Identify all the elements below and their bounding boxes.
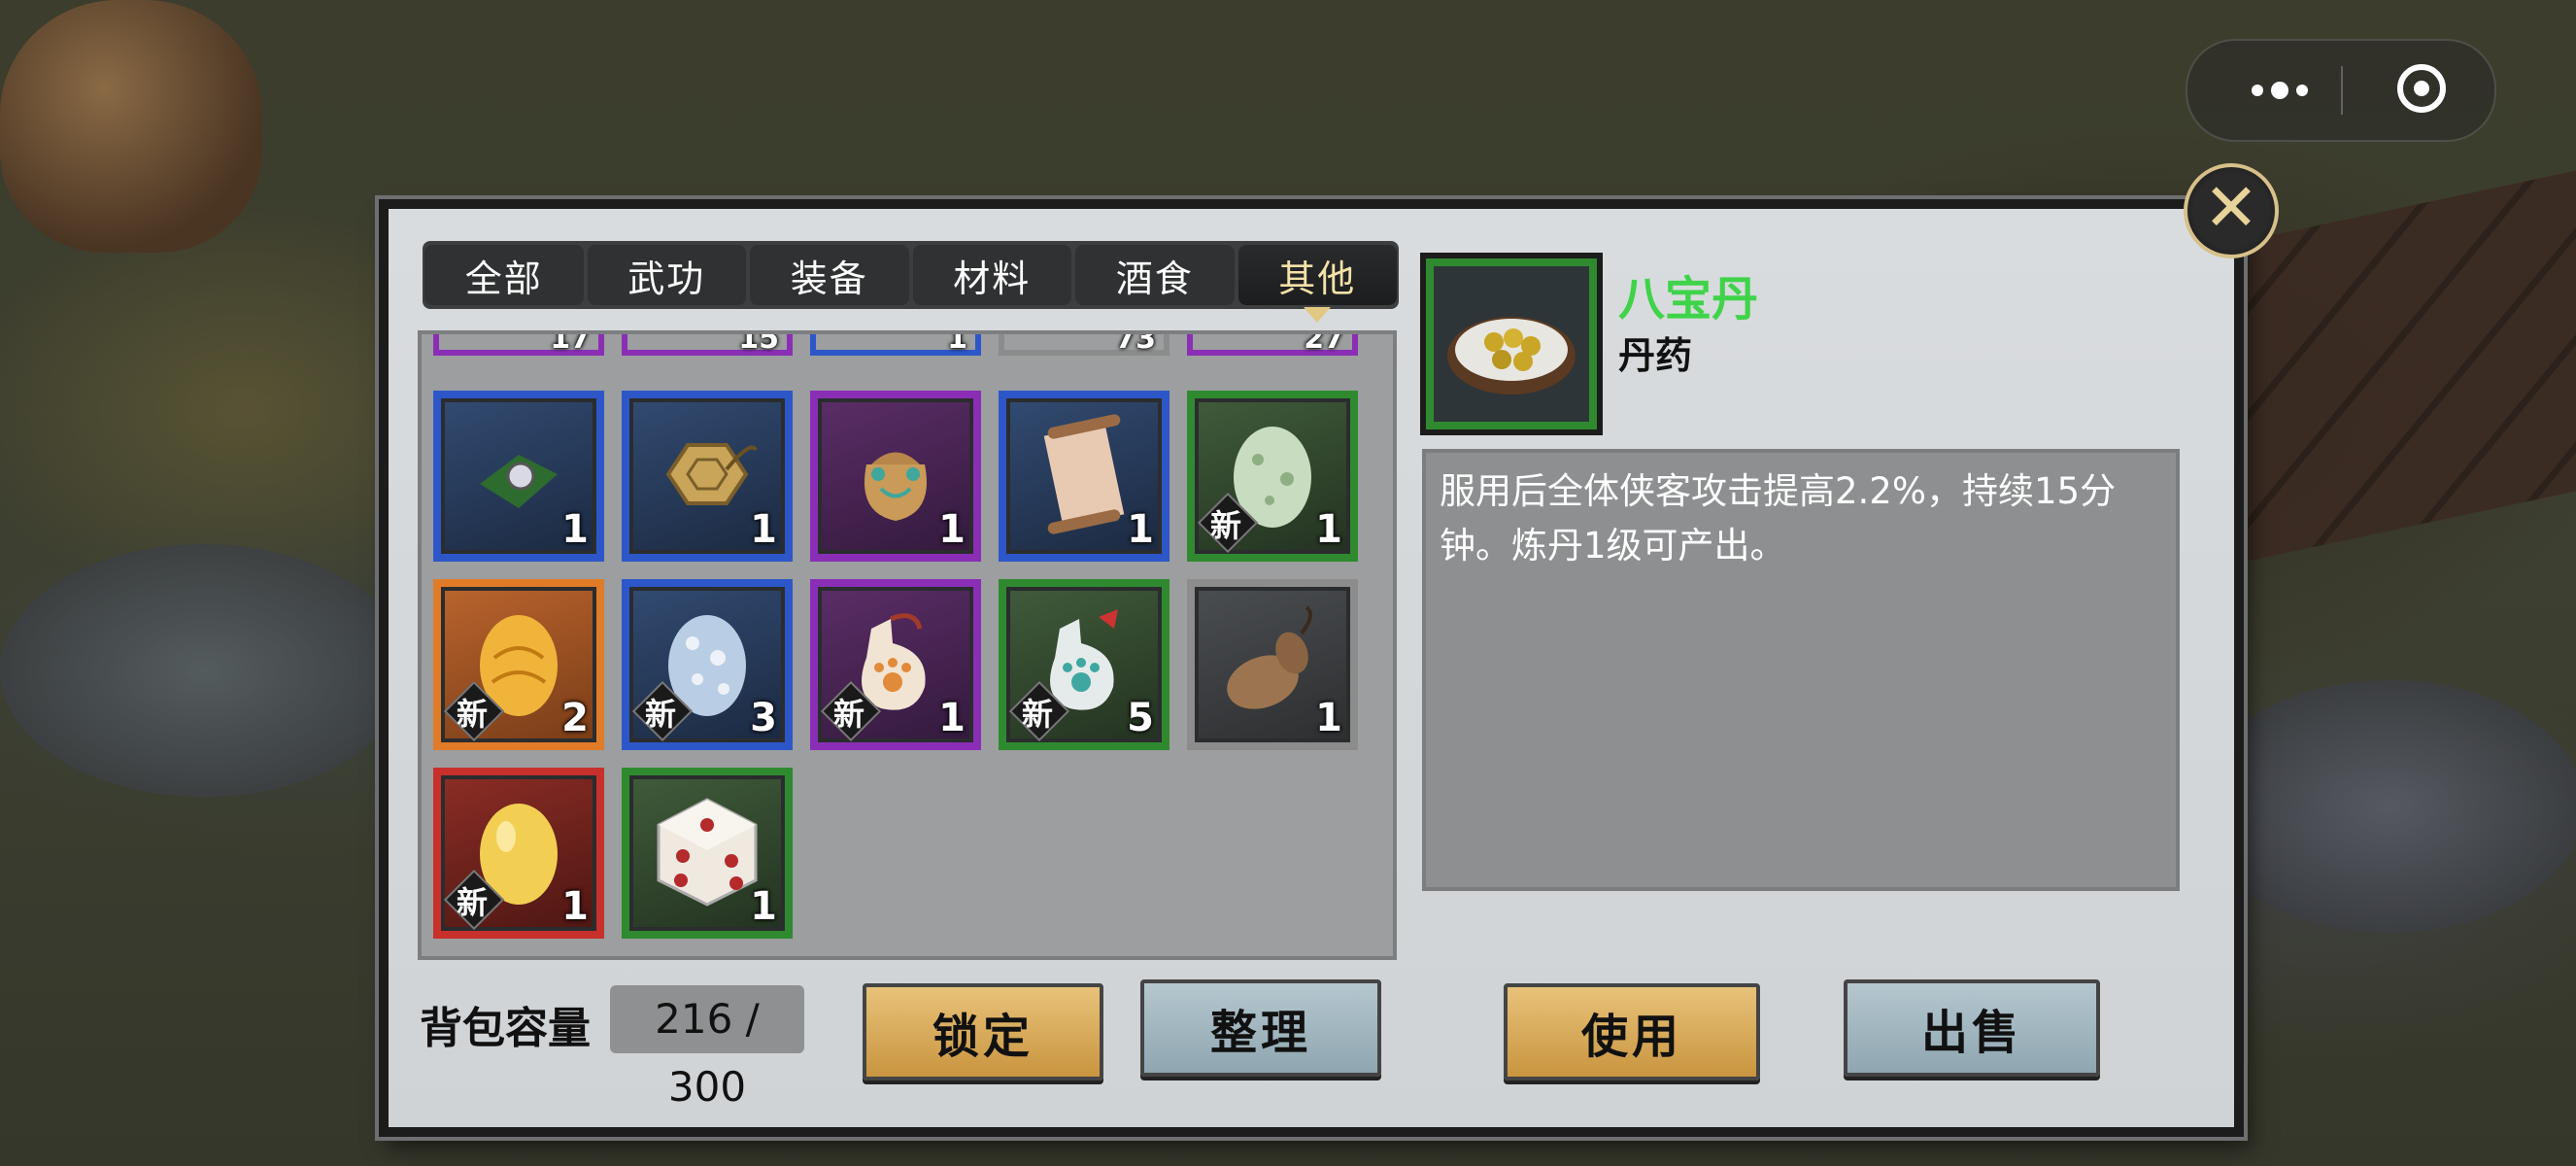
close-icon[interactable]: ✕ bbox=[2184, 163, 2279, 258]
scroll-icon bbox=[1026, 411, 1142, 541]
partial-item-slot[interactable]: 1 bbox=[810, 334, 981, 356]
item-slot[interactable]: 新1 bbox=[1187, 391, 1358, 562]
partial-item-slot[interactable]: 17 bbox=[433, 334, 604, 356]
new-badge-label: 新 bbox=[1021, 696, 1053, 733]
sort-button[interactable]: 整理 bbox=[1140, 979, 1381, 1077]
item-grid[interactable]: 17 15 1 73 27 1111新1新2新3新1新51新11 bbox=[418, 330, 1397, 960]
pouch-icon bbox=[837, 416, 954, 536]
tab-other[interactable]: 其他 bbox=[1237, 245, 1397, 323]
item-slot[interactable]: 1 bbox=[622, 768, 793, 939]
item-slot[interactable]: 新1 bbox=[433, 768, 604, 939]
item-count: 5 bbox=[1127, 696, 1154, 740]
item-name: 八宝丹 bbox=[1618, 272, 1759, 326]
item-count: 1 bbox=[938, 696, 966, 740]
tab-martial-arts[interactable]: 武功 bbox=[587, 245, 746, 305]
clay-pot bbox=[0, 0, 262, 253]
item-type: 丹药 bbox=[1618, 334, 1693, 377]
item-count: 3 bbox=[750, 696, 777, 740]
tab-all[interactable]: 全部 bbox=[424, 245, 584, 305]
item-slot[interactable]: 新5 bbox=[999, 579, 1169, 750]
item-count: 1 bbox=[750, 507, 777, 552]
item-slot[interactable]: 1 bbox=[1187, 579, 1358, 750]
partial-item-slot[interactable]: 15 bbox=[622, 334, 793, 356]
item-slot[interactable]: 新1 bbox=[810, 579, 981, 750]
item-slot[interactable]: 新2 bbox=[433, 579, 604, 750]
jade-cushion-icon bbox=[460, 426, 577, 527]
item-slot[interactable]: 1 bbox=[810, 391, 981, 562]
item-count: 1 bbox=[1315, 507, 1342, 552]
pill-plate-icon bbox=[1447, 317, 1576, 394]
sell-button[interactable]: 出售 bbox=[1844, 979, 2100, 1077]
new-badge-label: 新 bbox=[644, 696, 676, 733]
mini-program-capsule bbox=[2186, 39, 2496, 142]
item-count: 1 bbox=[1127, 507, 1154, 552]
use-button[interactable]: 使用 bbox=[1504, 983, 1760, 1080]
tab-equipment[interactable]: 装备 bbox=[750, 245, 909, 305]
new-badge-label: 新 bbox=[832, 696, 864, 733]
close-miniprogram-icon[interactable] bbox=[2397, 64, 2446, 113]
item-count: 2 bbox=[561, 696, 589, 740]
item-count: 1 bbox=[1315, 696, 1342, 740]
item-slot[interactable]: 1 bbox=[999, 391, 1169, 562]
item-count: 1 bbox=[938, 507, 966, 552]
item-slot[interactable]: 1 bbox=[433, 391, 604, 562]
capsule-divider bbox=[2341, 66, 2343, 115]
tab-materials[interactable]: 材料 bbox=[912, 245, 1071, 305]
item-count: 1 bbox=[561, 884, 589, 929]
partial-item-slot[interactable]: 27 bbox=[1187, 334, 1358, 356]
new-badge: 新 bbox=[824, 684, 874, 735]
capacity-value: 216 / 300 bbox=[610, 985, 804, 1111]
tab-food[interactable]: 酒食 bbox=[1075, 245, 1235, 305]
river bbox=[0, 544, 408, 797]
new-badge-label: 新 bbox=[456, 696, 488, 733]
new-badge: 新 bbox=[1012, 684, 1063, 735]
item-slot[interactable]: 1 bbox=[622, 391, 793, 562]
partial-item-slot[interactable]: 73 bbox=[999, 334, 1169, 356]
new-badge: 新 bbox=[447, 873, 497, 923]
lock-button[interactable]: 锁定 bbox=[863, 983, 1103, 1080]
category-tabs: 全部 武功 装备 材料 酒食 其他 bbox=[423, 241, 1399, 323]
new-badge: 新 bbox=[635, 684, 686, 735]
new-badge-label: 新 bbox=[1209, 507, 1241, 544]
item-slot[interactable]: 新3 bbox=[622, 579, 793, 750]
item-description: 服用后全体侠客攻击提高2.2%，持续15分钟。炼丹1级可产出。 bbox=[1422, 449, 2180, 891]
capacity-label: 背包容量 bbox=[420, 1004, 591, 1053]
more-icon[interactable] bbox=[2226, 41, 2333, 140]
item-count: 1 bbox=[561, 507, 589, 552]
new-badge-label: 新 bbox=[456, 884, 488, 921]
new-badge: 新 bbox=[1201, 496, 1251, 546]
selected-item-icon bbox=[1420, 253, 1603, 435]
pond bbox=[2195, 680, 2576, 933]
item-count: 1 bbox=[750, 884, 777, 929]
new-badge: 新 bbox=[447, 684, 497, 735]
